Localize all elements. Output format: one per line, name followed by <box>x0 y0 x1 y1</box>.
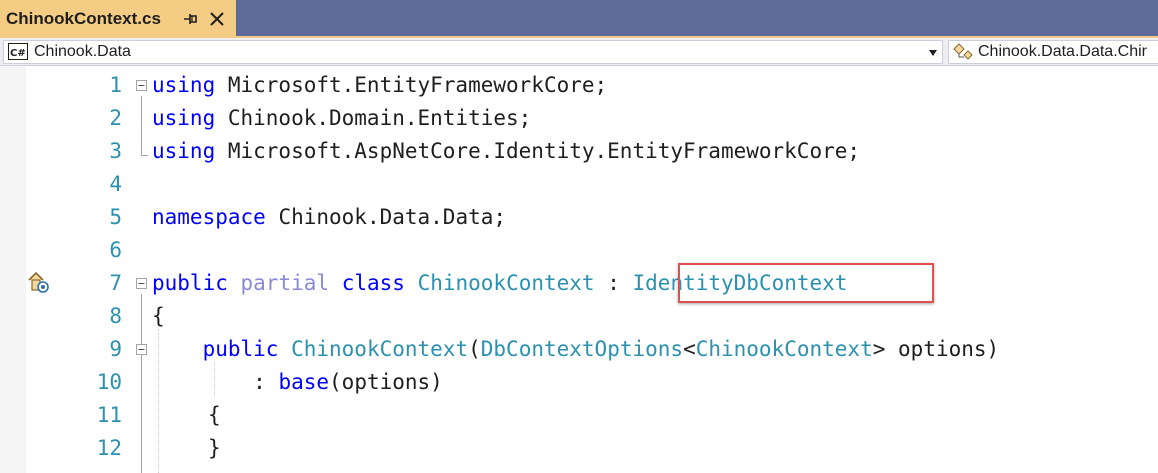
document-tab[interactable]: ChinookContext.cs <box>0 0 236 36</box>
type-name: ChinookContext <box>695 337 873 361</box>
type-name: DbContextOptions <box>480 337 684 361</box>
navigation-bar: C# Chinook.Data Chinook.Data.Data.Chir <box>0 38 1158 66</box>
code-line: 3 using Microsoft.AspNetCore.Identity.En… <box>0 135 1158 168</box>
line-number: 1 <box>109 73 122 97</box>
code-token: (options) <box>329 370 443 394</box>
collapse-icon[interactable] <box>136 344 147 355</box>
line-number: 2 <box>109 106 122 130</box>
code-text: using Microsoft.AspNetCore.Identity.Enti… <box>152 135 860 168</box>
line-number: 6 <box>109 238 122 262</box>
code-text: : base(options) <box>152 366 443 399</box>
code-text: using Microsoft.EntityFrameworkCore; <box>152 69 607 102</box>
line-number: 12 <box>96 436 122 460</box>
keyword: public <box>202 337 279 361</box>
code-line: 10 : base(options) <box>0 366 1158 399</box>
code-line: 2 using Chinook.Domain.Entities; <box>0 102 1158 135</box>
highlight-annotation <box>678 263 934 303</box>
code-token: Microsoft.AspNetCore.Identity.EntityFram… <box>215 139 861 163</box>
code-token: Microsoft.EntityFrameworkCore; <box>215 73 608 97</box>
keyword: using <box>152 139 216 163</box>
code-line: 8 { <box>0 300 1158 333</box>
csharp-file-icon: C# <box>8 43 28 60</box>
code-text: { <box>208 403 221 427</box>
code-line: 9 public ChinookContext(DbContextOptions… <box>0 333 1158 366</box>
code-token: ( <box>468 337 481 361</box>
keyword: class <box>341 271 405 295</box>
code-editor[interactable]: 1 using Microsoft.EntityFrameworkCore; 2… <box>0 66 1158 473</box>
svg-text:C#: C# <box>10 48 26 59</box>
type-name: ChinookContext <box>291 337 469 361</box>
code-line: 4 <box>0 168 1158 201</box>
code-text: using Chinook.Domain.Entities; <box>152 102 531 135</box>
class-icon <box>953 43 973 60</box>
pin-icon[interactable] <box>182 8 200 30</box>
collapse-icon[interactable] <box>136 80 147 91</box>
tab-title: ChinookContext.cs <box>6 9 161 28</box>
code-token: Chinook.Data.Data; <box>265 205 507 229</box>
code-token: options) <box>885 337 1000 361</box>
code-line: 11 { <box>0 399 1158 432</box>
keyword: base <box>278 370 330 394</box>
code-token: > <box>872 337 886 361</box>
code-line: 12 } <box>0 432 1158 465</box>
line-number: 9 <box>109 337 122 361</box>
line-number: 4 <box>109 172 122 196</box>
line-number: 8 <box>109 304 122 328</box>
keyword: using <box>152 106 216 130</box>
type-dropdown[interactable]: Chinook.Data.Data.Chir <box>948 40 1158 64</box>
line-number: 5 <box>109 205 122 229</box>
type-name: ChinookContext <box>417 271 595 295</box>
collapse-icon[interactable] <box>136 278 147 289</box>
code-text: namespace Chinook.Data.Data; <box>152 201 506 234</box>
code-line: 6 <box>0 234 1158 267</box>
close-icon[interactable] <box>207 9 227 29</box>
code-token: Chinook.Domain.Entities; <box>215 106 532 130</box>
keyword: using <box>152 73 216 97</box>
code-line: 1 using Microsoft.EntityFrameworkCore; <box>0 69 1158 102</box>
keyword: namespace <box>152 205 266 229</box>
code-text: public ChinookContext(DbContextOptions<C… <box>152 333 1000 366</box>
code-token: : <box>594 271 633 295</box>
code-text: } <box>208 436 221 460</box>
document-tab-strip: ChinookContext.cs <box>0 0 1158 36</box>
chevron-down-icon[interactable] <box>928 49 938 57</box>
line-number: 7 <box>109 271 122 295</box>
project-name: Chinook.Data <box>34 43 131 60</box>
line-number: 10 <box>96 370 122 394</box>
code-line: 7 public partial class ChinookContext : … <box>0 267 1158 300</box>
code-token: < <box>683 337 696 361</box>
line-number: 3 <box>109 139 122 163</box>
project-dropdown[interactable]: C# Chinook.Data <box>3 40 943 64</box>
code-line: 5 namespace Chinook.Data.Data; <box>0 201 1158 234</box>
code-token: : <box>253 370 279 394</box>
type-name: Chinook.Data.Data.Chir <box>978 43 1147 60</box>
line-number: 11 <box>96 403 122 427</box>
keyword: public <box>152 271 228 295</box>
keyword: partial <box>240 271 330 295</box>
code-text: { <box>152 304 165 328</box>
